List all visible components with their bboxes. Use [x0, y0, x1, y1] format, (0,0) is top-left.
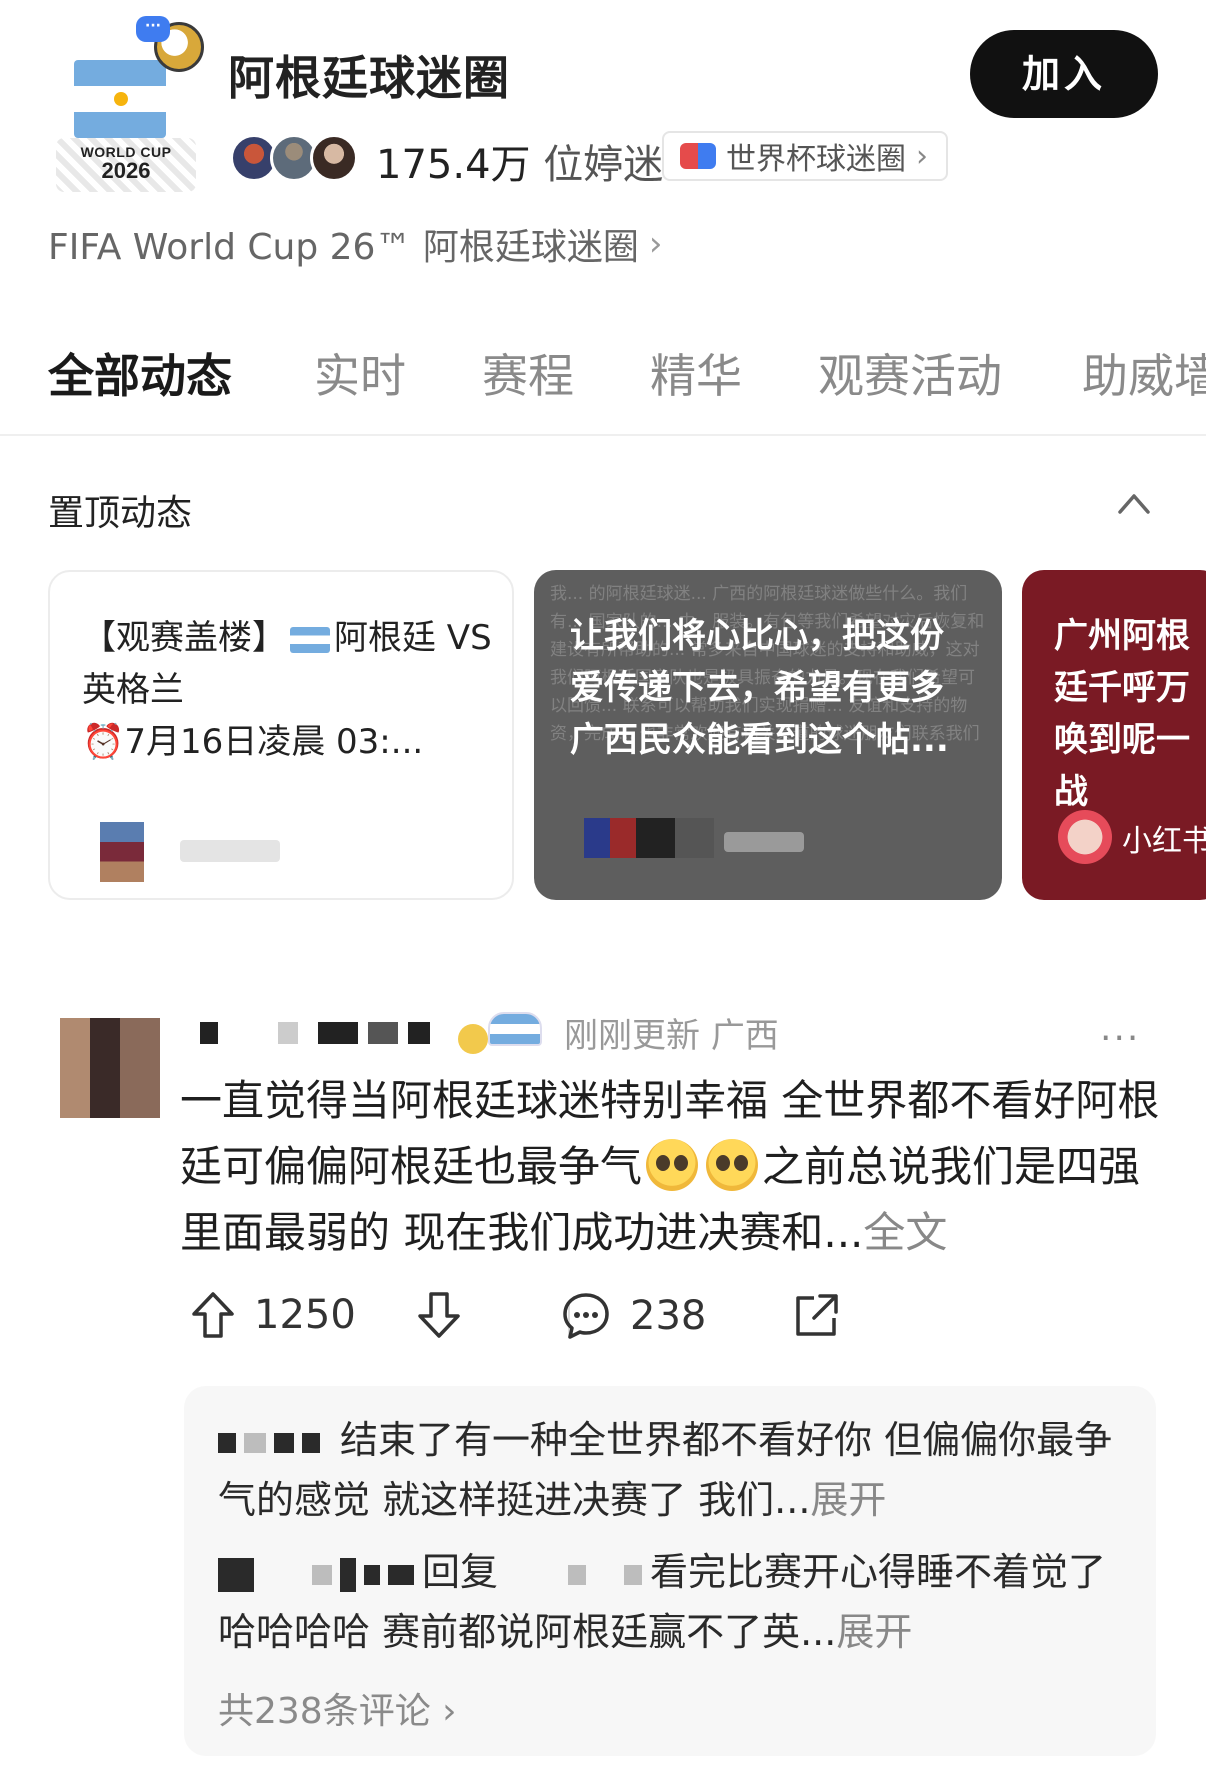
comment-total: 共238条评论: [218, 1691, 431, 1732]
commenter-name-blurred: [568, 1564, 587, 1585]
commenter-name-blurred: [388, 1564, 414, 1585]
card-text-part: 【观赛盖楼】: [82, 618, 286, 658]
world-cup-circle-icon: [680, 143, 716, 169]
chevron-right-icon: ›: [648, 224, 663, 264]
comment-preview[interactable]: 结束了有一种全世界都不看好你 但偏偏你最争气的感觉 就这样挺进决赛了 我们...…: [184, 1386, 1156, 1756]
parent-circle-link[interactable]: 世界杯球迷圈 ›: [662, 131, 948, 181]
fan-count-number: 175.4万: [376, 142, 531, 188]
pinned-card-match-thread[interactable]: 【观赛盖楼】 阿根廷 VS 英格兰 ⏰7月16日凌晨 03:...: [48, 570, 514, 900]
downvote-icon: [418, 1292, 460, 1338]
avatar: [310, 134, 358, 182]
argentina-flag-icon: [290, 626, 330, 653]
post-body[interactable]: 一直觉得当阿根廷球迷特别幸福 全世界都不看好阿根廷可偏偏阿根廷也最争气 之前总说我…: [180, 1068, 1160, 1266]
tab-bar: 全部动态 实时 赛程 精华 观赛活动 助威墙: [0, 330, 1206, 436]
expand-link[interactable]: 展开: [836, 1610, 912, 1654]
commenter-name-blurred: [218, 1557, 254, 1592]
all-comments-link[interactable]: 共238条评论 ›: [218, 1682, 457, 1734]
commenter-name-blurred: [218, 1432, 236, 1453]
join-button[interactable]: 加入: [970, 30, 1158, 118]
pinned-section-title: 置顶动态: [48, 493, 193, 534]
more-options-icon[interactable]: ···: [1100, 1018, 1140, 1059]
commenter-name-blurred: [244, 1432, 266, 1453]
argentina-flag-icon: [74, 60, 166, 138]
tab-all[interactable]: 全部动态: [48, 340, 232, 406]
pleading-face-emoji-icon: [646, 1139, 699, 1191]
fan-badge: [458, 1004, 544, 1060]
circle-description[interactable]: FIFA World Cup 26™ 阿根廷球迷圈 ›: [48, 218, 663, 270]
post-updated: 刚刚更新: [564, 1016, 700, 1056]
post-meta: 刚刚更新 广西: [564, 1008, 779, 1057]
comment-item[interactable]: 结束了有一种全世界都不看好你 但偏偏你最争气的感觉 就这样挺进决赛了 我们...…: [218, 1410, 1138, 1530]
pinned-card-donation[interactable]: 我... 的阿根廷球迷... 广西的阿根廷球迷做些什么。我们有... 国家队的.…: [534, 570, 1002, 900]
pinned-card-text: 【观赛盖楼】 阿根廷 VS 英格兰 ⏰7月16日凌晨 03:...: [82, 612, 492, 768]
circle-title: 阿根廷球迷圈: [228, 51, 510, 105]
chevron-right-icon: ›: [916, 138, 928, 174]
upvote-button[interactable]: 1250: [190, 1290, 356, 1340]
read-full-link[interactable]: 全文: [863, 1208, 947, 1257]
member-avatars[interactable]: [230, 134, 365, 182]
commenter-name-blurred: [364, 1564, 380, 1585]
logo-line2: 2026: [101, 158, 151, 183]
upvote-count: 1250: [254, 1292, 356, 1338]
tab-live[interactable]: 实时: [314, 340, 406, 406]
bell-icon: [458, 1024, 488, 1054]
fan-count-unit: 位婷迷: [543, 142, 664, 188]
author-avatar: [584, 818, 714, 858]
pinned-card-text: 广州阿根廷千呼万唤到呢一战: [1054, 616, 1190, 812]
author-avatar: [1058, 810, 1112, 864]
author-name: 小红书: [1122, 824, 1206, 859]
card-text-part: ⏰7月16日凌晨 03:...: [82, 722, 424, 762]
upvote-icon: [192, 1292, 234, 1338]
chevron-right-icon: ›: [442, 1691, 457, 1732]
commenter-name-blurred: [312, 1564, 332, 1585]
post-location: 广西: [710, 1016, 779, 1056]
commenter-name-blurred: [340, 1557, 356, 1592]
comment-count: 238: [630, 1293, 707, 1339]
post-author-avatar[interactable]: [60, 1018, 160, 1118]
author-name-blurred: [724, 832, 804, 852]
world-cup-2026-badge: WORLD CUP 2026: [56, 138, 196, 192]
author-avatar: [100, 822, 144, 882]
commenter-name-blurred: [274, 1432, 294, 1453]
description-text: FIFA World Cup 26™ 阿根廷球迷圈: [48, 227, 639, 268]
share-icon: [796, 1294, 838, 1336]
author-name-blurred: [180, 840, 280, 862]
parent-circle-label: 世界杯球迷圈: [726, 142, 906, 177]
comment-text: 结束了有一种全世界都不看好你 但偏偏你最争气的感觉 就这样挺进决赛了 我们...: [218, 1418, 1113, 1522]
chevron-up-icon[interactable]: [1116, 488, 1152, 518]
downvote-button[interactable]: [416, 1290, 462, 1340]
pleading-face-emoji-icon: [706, 1139, 759, 1191]
comment-button[interactable]: 238: [560, 1290, 706, 1342]
tab-featured[interactable]: 精华: [650, 340, 742, 406]
comment-icon: [563, 1293, 609, 1339]
commenter-name-blurred: [624, 1564, 643, 1585]
fan-count: 175.4万 位婷迷: [376, 132, 663, 190]
circle-logo[interactable]: WORLD CUP 2026 ···: [46, 16, 206, 192]
commenter-name-blurred: [302, 1432, 320, 1453]
tab-schedule[interactable]: 赛程: [482, 340, 574, 406]
reply-label: 回复: [422, 1550, 499, 1594]
expand-link[interactable]: 展开: [810, 1478, 886, 1522]
pinned-card-guangzhou[interactable]: 广州阿根廷千呼万唤到呢一战 小红书: [1022, 570, 1206, 900]
circle-header: WORLD CUP 2026 ··· 阿根廷球迷圈 加入 175.4万 位婷迷 …: [0, 0, 1206, 300]
comment-item[interactable]: 回复 看完比赛开心得睡不着觉了哈哈哈哈 赛前都说阿根廷赢不了英...展开: [218, 1542, 1138, 1662]
post-author-name-blurred[interactable]: [200, 1018, 440, 1048]
argentina-flag-icon: [488, 1012, 542, 1046]
pinned-card-text: 让我们将心比心，把这份爱传递下去，希望有更多广西民众能看到这个帖...: [570, 616, 949, 760]
tab-cheer-wall[interactable]: 助威墙: [1082, 340, 1206, 406]
chat-bubble-icon: ···: [136, 16, 170, 42]
share-button[interactable]: [790, 1290, 842, 1342]
tab-watch-events[interactable]: 观赛活动: [818, 340, 1002, 406]
post-actions: 1250 238: [190, 1290, 1090, 1350]
logo-line1: WORLD CUP: [80, 144, 172, 160]
